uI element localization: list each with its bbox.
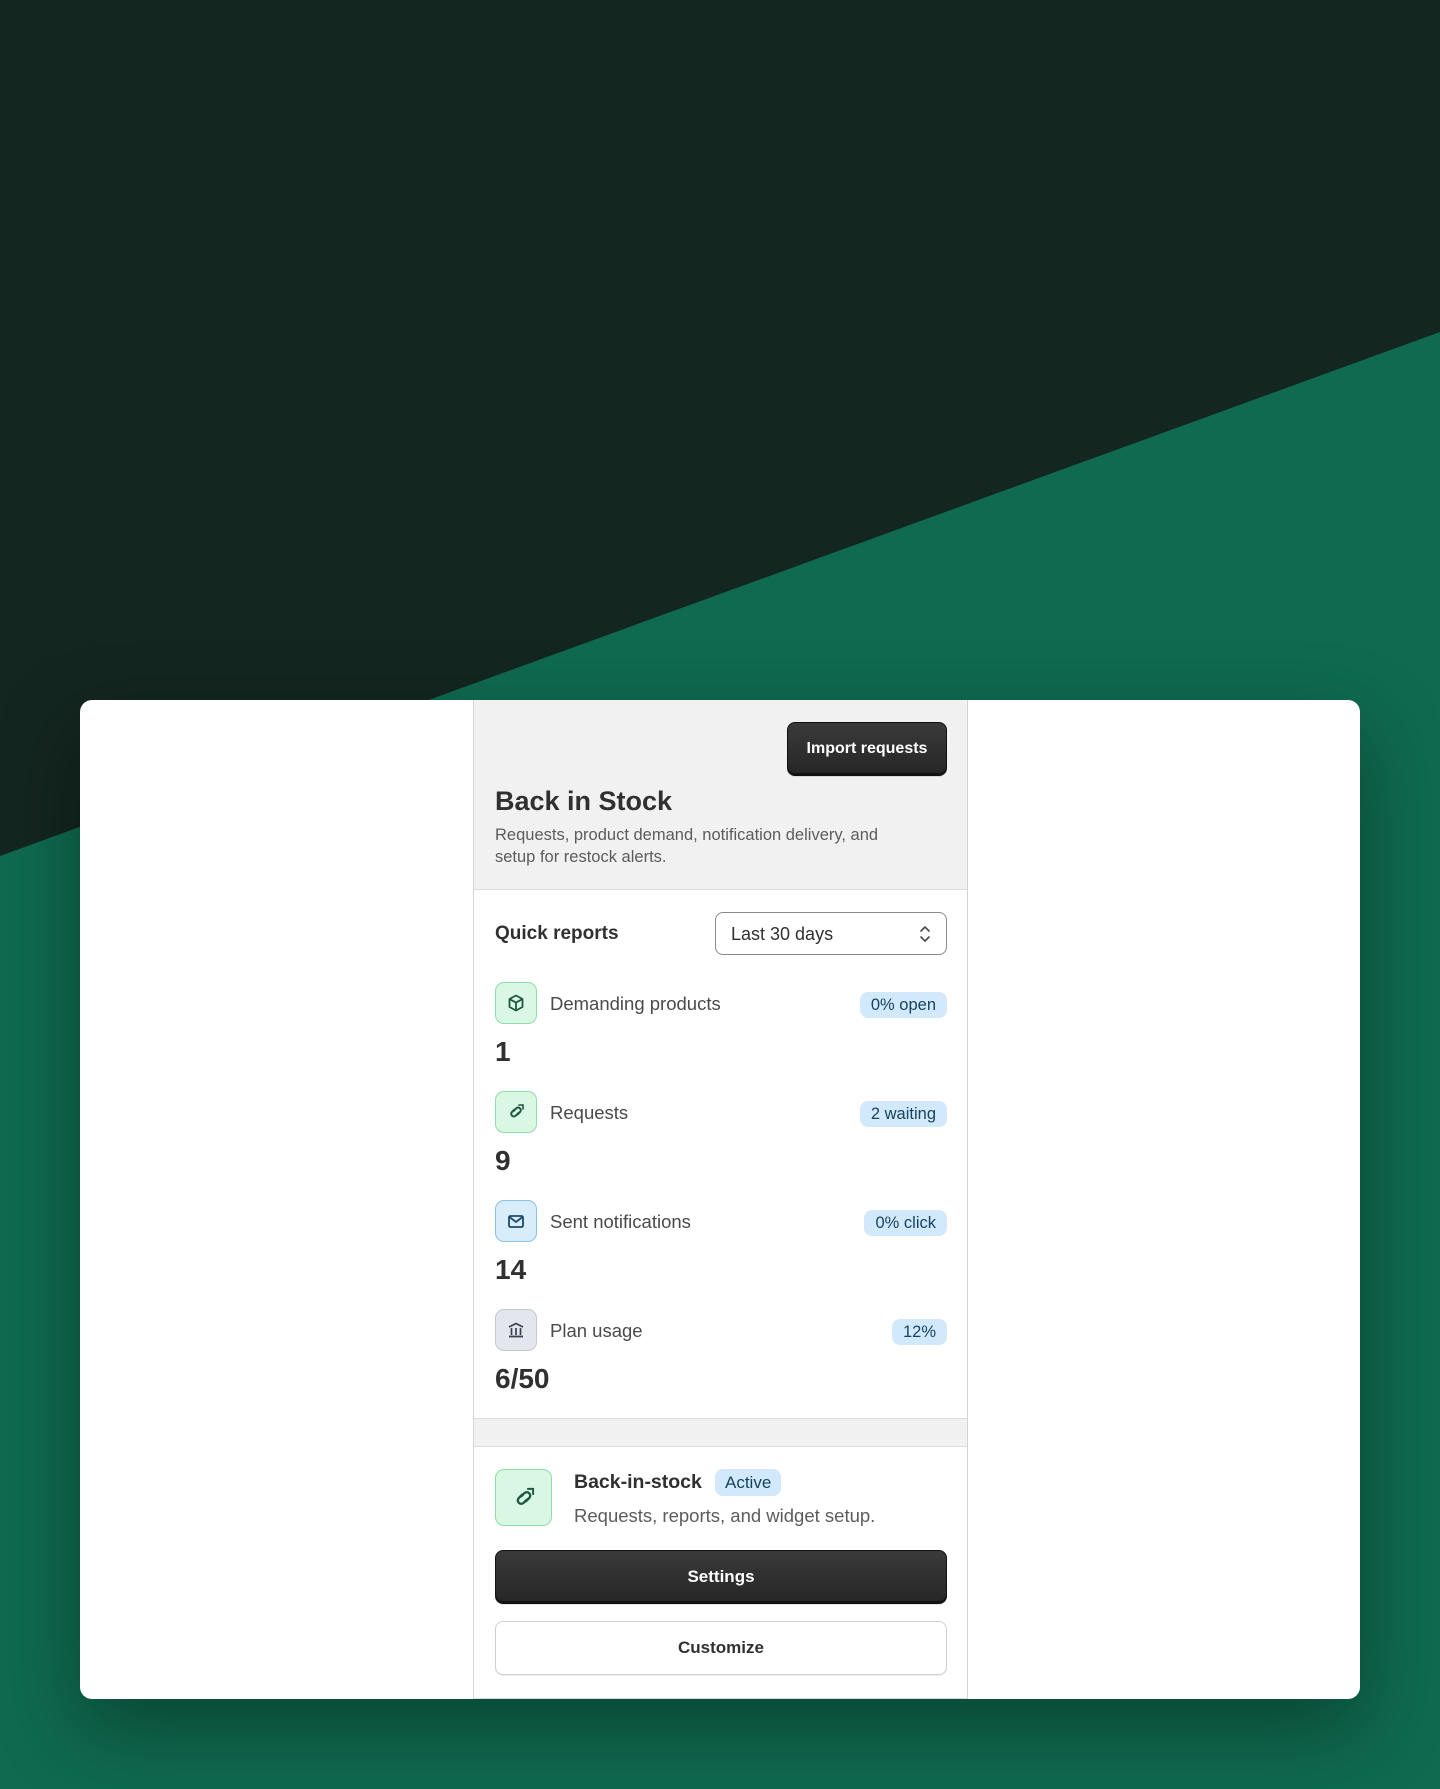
app-panel: Import requests Back in Stock Requests, …	[473, 700, 968, 1699]
feature-description: Requests, reports, and widget setup.	[574, 1505, 876, 1526]
metric-requests[interactable]: Requests 2 waiting 9	[495, 1091, 947, 1191]
app-frame: Import requests Back in Stock Requests, …	[80, 700, 1360, 1699]
cube-icon	[495, 982, 537, 1024]
metric-label: Requests	[550, 1102, 629, 1123]
metric-value: 6/50	[495, 1363, 550, 1394]
metric-label: Sent notifications	[550, 1211, 691, 1232]
link-icon	[495, 1091, 537, 1133]
metric-label: Demanding products	[550, 993, 721, 1014]
select-caret-icon	[920, 926, 930, 942]
metric-badge: 0% open	[859, 992, 947, 1018]
period-select-value: Last 30 days	[731, 924, 834, 944]
mail-icon	[495, 1200, 537, 1242]
quick-reports-card: Quick reports Last 30 days Demanding pro…	[474, 889, 967, 1419]
page-title: Back in Stock	[495, 786, 673, 816]
metric-label: Plan usage	[550, 1320, 643, 1341]
quick-reports-header: Quick reports Last 30 days	[495, 912, 947, 956]
page-header: Import requests Back in Stock Requests, …	[474, 700, 967, 889]
metric-badge: 12%	[891, 1319, 947, 1345]
quick-reports-title: Quick reports	[495, 923, 619, 944]
page-description: Requests, product demand, notification d…	[495, 826, 879, 866]
feature-card: Back-in-stock Active Requests, reports, …	[474, 1446, 967, 1699]
metric-value: 14	[495, 1254, 527, 1285]
period-select[interactable]: Last 30 days	[715, 912, 947, 955]
link-icon	[495, 1469, 552, 1526]
settings-button[interactable]: Settings	[495, 1550, 947, 1604]
customize-button[interactable]: Customize	[495, 1621, 947, 1675]
metric-plan-usage[interactable]: Plan usage 12% 6/50	[495, 1309, 947, 1409]
status-badge: Active	[715, 1469, 782, 1496]
bank-icon	[495, 1309, 537, 1351]
metric-badge: 2 waiting	[859, 1101, 947, 1127]
feature-name: Back-in-stock	[574, 1471, 702, 1493]
metric-value: 1	[495, 1036, 511, 1067]
import-requests-button[interactable]: Import requests	[787, 722, 947, 776]
metric-value: 9	[495, 1145, 511, 1176]
metric-demanding-products[interactable]: Demanding products 0% open 1	[495, 982, 947, 1082]
metric-sent-notifications[interactable]: Sent notifications 0% click 14	[495, 1200, 947, 1300]
metric-badge: 0% click	[864, 1210, 947, 1236]
